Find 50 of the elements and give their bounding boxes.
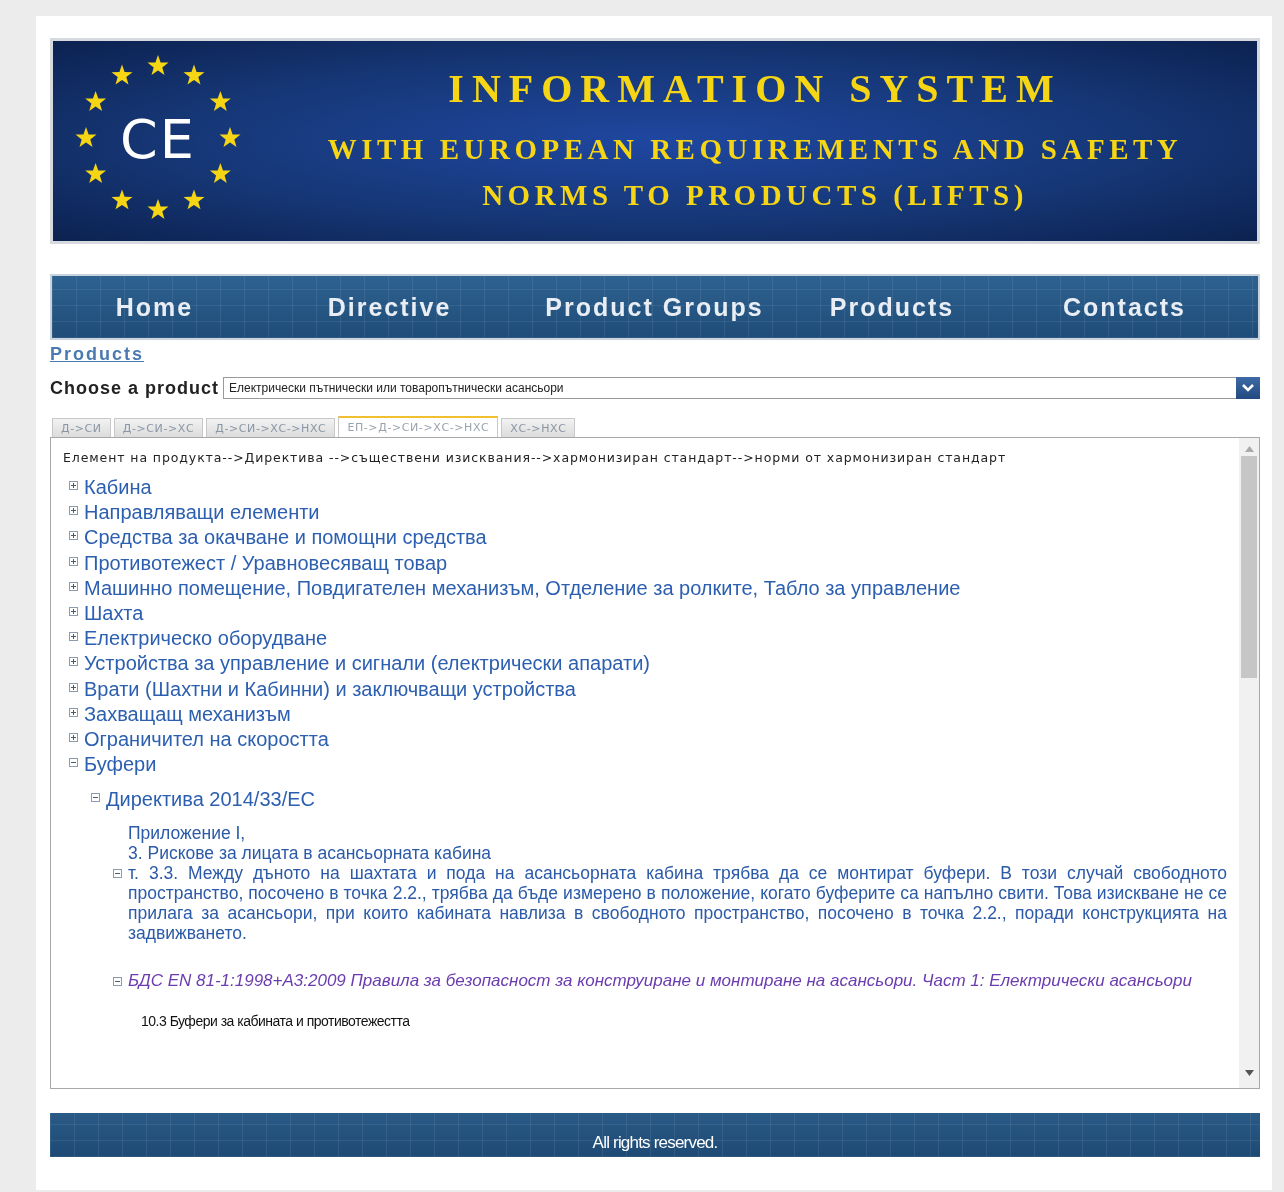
requirement-text: 3. Рискове за лицата в асансьорната кабина — [128, 843, 493, 864]
scrollbar-thumb[interactable] — [1241, 456, 1257, 678]
nav-link[interactable]: Directive — [257, 276, 522, 338]
scroll-down-icon[interactable] — [1244, 1070, 1254, 1076]
expand-icon[interactable] — [69, 733, 78, 743]
nav-link[interactable]: Products — [787, 276, 997, 338]
banner-subtitle: NORMS TO PRODUCTS (LIFTS) — [482, 177, 1028, 213]
nav-link[interactable]: Contacts — [997, 276, 1252, 338]
tree-item[interactable]: Ограничител на скоростта — [84, 727, 329, 753]
expand-icon[interactable] — [69, 607, 78, 616]
requirement-text: т. 3.3. Между дъното на шахтата и пода на асансьорната кабина трябва да се монтират буфери. В този случай свободното пространство, посочено в точка 2.2., трябва да бъде измерено в положение, когато буферите са напълно свити. Това изискване не се прилага за асансьори, при които кабината навлиза в свободното пространство, посочено в точка 2.2., поради конструкцията на задвижването. — [128, 863, 1227, 944]
expand-icon[interactable] — [69, 556, 78, 566]
nav-link[interactable]: Home — [52, 276, 257, 338]
logo-text: CE — [120, 108, 196, 172]
choose-label: Choose a product — [50, 377, 219, 399]
tree-item[interactable]: Направляващи елементи — [84, 500, 320, 526]
hierarchy-caption: Елемент на продукта-->Директива -->съществени изисквания-->хармонизиран стандарт-->норми от хармонизиран стандарт — [63, 450, 1008, 465]
collapse-icon[interactable] — [69, 758, 78, 768]
tree-item[interactable]: Буфери — [84, 752, 157, 778]
expand-icon[interactable] — [69, 581, 78, 591]
nav-link[interactable]: Product Groups — [522, 276, 787, 338]
expand-icon[interactable] — [69, 632, 78, 642]
banner-title: INFORMATION SYSTEM — [448, 64, 1062, 112]
tree-item[interactable]: Шахта — [84, 601, 144, 627]
product-dropdown[interactable]: Електрически пътнически или товаропътнически асансьори — [223, 377, 1260, 399]
tree-item[interactable]: Кабина — [84, 475, 152, 501]
collapse-icon[interactable] — [113, 869, 122, 879]
tree-item[interactable]: Електрическо оборудване — [84, 626, 328, 652]
footer-text: All rights reserved. — [592, 1133, 718, 1153]
tree-item[interactable]: Устройства за управление и сигнали (електрически апарати) — [84, 651, 650, 677]
expand-icon[interactable] — [69, 531, 78, 541]
collapse-icon[interactable] — [113, 977, 122, 987]
tree-item[interactable]: Противотежест / Уравновесяващ товар — [84, 550, 448, 576]
expand-icon[interactable] — [69, 506, 78, 516]
banner-subtitle: WITH EUROPEAN REQUIREMENTS AND SAFETY — [327, 131, 1183, 167]
tree-item[interactable]: Машинно помещение, Повдигателен механизъм, Отделение за ролките, Табло за управление — [84, 575, 961, 601]
norm-text: 10.3 Буфери за кабината и противотежестта — [141, 1013, 410, 1030]
expand-icon[interactable] — [69, 657, 78, 667]
expand-icon[interactable] — [69, 682, 78, 692]
breadcrumb-link[interactable]: Products — [50, 344, 144, 365]
tree-item[interactable]: Врати (Шахтни и Кабинни) и заключващи устройства — [84, 676, 576, 702]
tree-item[interactable]: Средства за окачване и помощни средства — [84, 525, 487, 551]
tree-item[interactable]: Захващащ механизъм — [84, 701, 291, 728]
chevron-down-icon — [1241, 383, 1255, 393]
standard-title[interactable]: БДС EN 81-1:1998+A3:2009 Правила за безопасност за конструиране и монтиране на асансьори. Част 1: Електрически асансьори — [128, 971, 1192, 992]
collapse-icon[interactable] — [91, 793, 100, 803]
requirement-text: Приложение I, — [128, 823, 247, 844]
directive-item[interactable]: Директива 2014/33/ЕС — [106, 787, 315, 812]
expand-icon[interactable] — [69, 481, 78, 490]
expand-icon[interactable] — [69, 707, 78, 717]
